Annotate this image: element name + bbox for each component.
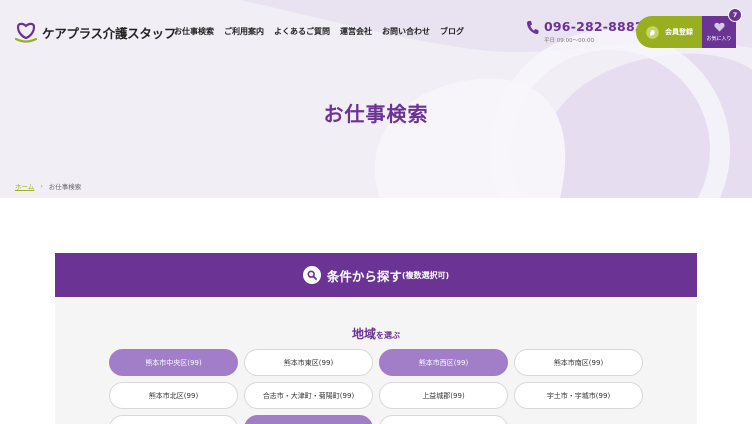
search-panel-title: 条件から探す [326,268,402,284]
area-option[interactable]: 上益城郡(99) [379,382,508,409]
member-icon [646,25,659,39]
nav-job-search[interactable]: お仕事検索 [174,26,214,37]
area-option[interactable]: 宇土市・宇城市(99) [514,382,643,409]
phone-hours: 平日 09:00〜00:00 [544,38,594,44]
phone-contact[interactable]: 096-282-8882 平日 09:00〜00:00 [526,19,644,44]
nav-blog[interactable]: ブログ [440,26,464,37]
area-option-partial[interactable] [109,415,238,424]
nav-faq[interactable]: よくあるご質問 [274,26,330,37]
area-option[interactable]: 合志市・大津町・菊陽町(99) [244,382,373,409]
site-header: ケアプラス介護スタッフ お仕事検索 ご利用案内 よくあるご質問 運営会社 お問い… [0,0,752,64]
area-option-partial[interactable] [379,415,508,424]
breadcrumb-separator: › [40,182,43,190]
favorites-count-badge: 7 [728,8,742,22]
area-option[interactable]: 熊本市西区(99) [379,349,508,376]
area-heading-main: 地域 [351,327,376,341]
phone-icon [526,21,539,35]
page-title: お仕事検索 [323,102,429,126]
search-panel-header: 条件から探す (複数選択可) [55,253,697,297]
member-register-button[interactable]: 会員登録 [636,16,708,48]
heart-icon [713,22,725,32]
search-icon [302,266,321,284]
search-panel-note: (複数選択可) [401,270,450,280]
site-logo[interactable]: ケアプラス介護スタッフ [15,20,176,44]
breadcrumb: ホーム › お仕事検索 [15,181,82,192]
nav-company[interactable]: 運営会社 [340,26,372,37]
phone-number: 096-282-8882 [544,19,644,34]
area-heading: 地域を選ぶ [55,323,697,342]
area-option[interactable]: 熊本市南区(99) [514,349,643,376]
area-option[interactable]: 熊本市北区(99) [109,382,238,409]
search-panel: 条件から探す (複数選択可) 地域を選ぶ 熊本市中央区(99) 熊本市東区(99)… [55,253,697,424]
main-nav: お仕事検索 ご利用案内 よくあるご質問 運営会社 お問い合わせ ブログ [174,26,474,37]
area-option-partial[interactable] [244,415,373,424]
breadcrumb-home-link[interactable]: ホーム [15,181,34,191]
breadcrumb-current: お仕事検索 [48,183,82,191]
area-option[interactable]: 熊本市東区(99) [244,349,373,376]
nav-guide[interactable]: ご利用案内 [224,26,264,37]
member-register-label: 会員登録 [665,28,693,36]
area-heading-suffix: を選ぶ [376,331,400,340]
logo-text: ケアプラス介護スタッフ [42,25,176,41]
favorites-label: お気に入り [706,36,732,42]
area-option[interactable]: 熊本市中央区(99) [109,349,238,376]
nav-contact[interactable]: お問い合わせ [382,26,430,37]
logo-mark-icon [15,22,37,43]
